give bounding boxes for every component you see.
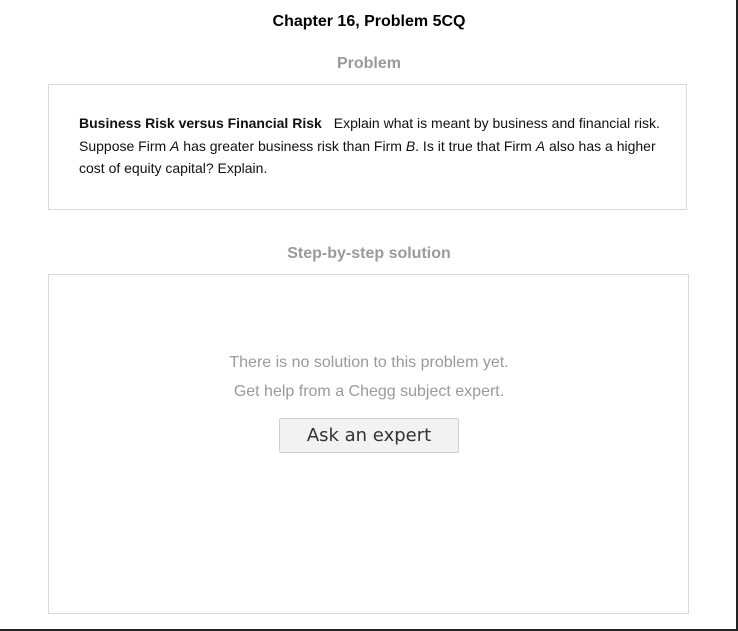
- problem-heading: Problem: [336, 55, 401, 72]
- problem-lead-title: Business Risk versus Financial Risk: [79, 115, 322, 131]
- firm-b-label: B: [405, 137, 416, 154]
- page-title: Chapter 16, Problem 5CQ: [272, 13, 466, 30]
- firm-a-label: A: [170, 137, 180, 154]
- firm-a-label: A: [535, 137, 546, 154]
- ask-expert-button[interactable]: Ask an expert: [279, 418, 459, 453]
- problem-statement: Business Risk versus Financial Risk Expla…: [79, 112, 664, 180]
- problem-box: Business Risk versus Financial Risk Expla…: [48, 84, 687, 210]
- no-solution-message: There is no solution to this problem yet…: [229, 354, 509, 371]
- problem-text-part: has greater business risk than Firm: [179, 137, 406, 154]
- get-help-message: Get help from a Chegg subject expert.: [233, 383, 505, 400]
- problem-text-part: . Is it true that Firm: [415, 137, 536, 154]
- solution-heading: Step-by-step solution: [287, 245, 451, 262]
